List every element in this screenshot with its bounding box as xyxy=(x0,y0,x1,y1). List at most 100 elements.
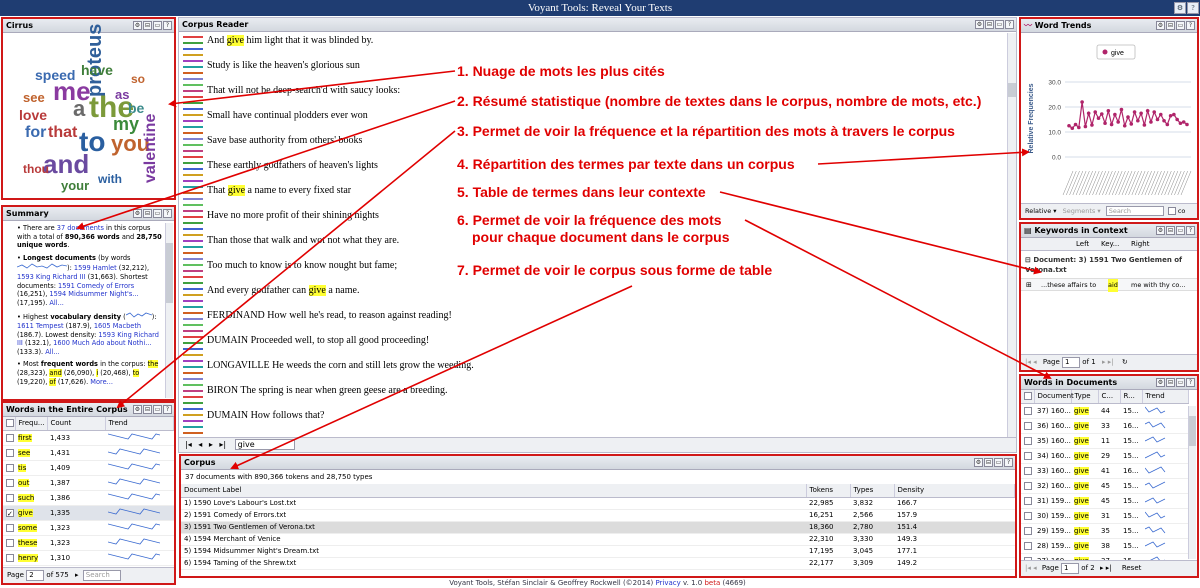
gear-icon[interactable]: ⚙ xyxy=(1156,226,1165,235)
doc-link[interactable]: 1605 Macbeth xyxy=(94,322,141,330)
help-icon[interactable]: ? xyxy=(1004,458,1013,467)
table-row[interactable]: 30) 159... give 31 15... xyxy=(1021,508,1189,524)
next-page-icon[interactable]: ▸ ▸| xyxy=(1102,358,1114,366)
row-checkbox[interactable] xyxy=(1021,508,1034,524)
settings-icon[interactable]: ⚙ xyxy=(1174,2,1186,14)
doc-link[interactable]: 1594 Midsummer Night's... xyxy=(49,290,138,298)
row-checkbox[interactable] xyxy=(1021,433,1034,449)
gear-icon[interactable]: ⚙ xyxy=(1156,21,1165,30)
search-input[interactable]: Search xyxy=(82,569,121,581)
row-checkbox[interactable] xyxy=(1021,448,1034,464)
minimize-icon[interactable]: ▭ xyxy=(1176,378,1185,387)
table-row[interactable]: see 1,431 xyxy=(3,445,174,461)
help-icon[interactable]: ? xyxy=(163,405,172,414)
export-icon[interactable]: ⊟ xyxy=(1166,226,1175,235)
first-page-icon[interactable]: |◂ ◂ xyxy=(1025,564,1037,572)
table-row[interactable]: out 1,387 xyxy=(3,475,174,491)
row-checkbox[interactable] xyxy=(1021,493,1034,509)
export-icon[interactable]: ⊟ xyxy=(143,209,152,218)
prev-icon[interactable]: ◂ xyxy=(198,440,202,449)
table-row[interactable]: 2) 1591 Comedy of Errors.txt 16,251 2,566 1… xyxy=(181,509,1015,522)
row-checkbox[interactable]: ✓ xyxy=(3,505,15,521)
table-row[interactable]: 34) 160... give 29 15... xyxy=(1021,448,1189,464)
next-page-icon[interactable]: ▸ xyxy=(75,571,79,579)
table-row[interactable]: 5) 1594 Midsummer Night's Dream.txt 17,19… xyxy=(181,545,1015,558)
row-checkbox[interactable] xyxy=(1021,523,1034,539)
gear-icon[interactable]: ⚙ xyxy=(133,21,142,30)
refresh-icon[interactable]: ↻ xyxy=(1122,358,1128,366)
next-page-icon[interactable]: ▸ ▸| xyxy=(1100,564,1112,572)
expand-icon[interactable]: ⊞ xyxy=(1026,279,1032,292)
search-input[interactable]: give xyxy=(234,439,295,450)
col-right[interactable]: Right xyxy=(1131,238,1149,251)
minimize-icon[interactable]: ▭ xyxy=(153,405,162,414)
reader-scrollbar[interactable] xyxy=(1007,33,1016,438)
help-icon[interactable]: ? xyxy=(1005,20,1014,29)
export-icon[interactable]: ⊟ xyxy=(1166,21,1175,30)
gear-icon[interactable]: ⚙ xyxy=(133,209,142,218)
kwic-group[interactable]: ⊟ Document: 3) 1591 Two Gentlemen of Ver… xyxy=(1021,251,1197,275)
kwic-row[interactable]: ⊞ ...these affairs to aid me with thy co… xyxy=(1021,278,1197,292)
table-row[interactable]: 29) 159... give 35 15... xyxy=(1021,523,1189,539)
last-page-icon[interactable]: ▸| xyxy=(219,440,226,449)
row-checkbox[interactable] xyxy=(3,430,15,446)
relative-button[interactable]: Relative xyxy=(1025,207,1051,215)
row-checkbox[interactable] xyxy=(1021,403,1034,419)
export-icon[interactable]: ⊟ xyxy=(1166,378,1175,387)
gear-icon[interactable]: ⚙ xyxy=(974,458,983,467)
table-row[interactable]: 35) 160... give 11 15... xyxy=(1021,433,1189,449)
first-page-icon[interactable]: |◂ ◂ xyxy=(1025,358,1037,366)
col-relative[interactable]: R... xyxy=(1120,390,1143,404)
help-icon[interactable]: ? xyxy=(163,209,172,218)
table-row[interactable]: 3) 1591 Two Gentlemen of Verona.txt 18,36… xyxy=(181,521,1015,534)
col-left[interactable]: Left xyxy=(1076,238,1089,251)
col-trend[interactable]: Trend xyxy=(1142,390,1189,404)
scrollbar[interactable] xyxy=(165,223,173,398)
col-document[interactable]: Document xyxy=(1034,390,1074,404)
all-link[interactable]: All... xyxy=(45,348,59,356)
next-icon[interactable]: ▸ xyxy=(209,440,213,449)
trend-chart[interactable]: give 0.0 10.0 20.0 30.0 Relative Frequencies xyxy=(1021,35,1197,205)
help-icon[interactable]: ? xyxy=(1186,378,1195,387)
col-tokens[interactable]: Tokens xyxy=(806,484,851,498)
scrollbar[interactable] xyxy=(1188,406,1196,559)
minimize-icon[interactable]: ▭ xyxy=(1176,226,1185,235)
gear-icon[interactable]: ⚙ xyxy=(133,405,142,414)
col-types[interactable]: Types xyxy=(850,484,895,498)
row-checkbox[interactable] xyxy=(1021,538,1034,554)
minimize-icon[interactable]: ▭ xyxy=(994,458,1003,467)
row-checkbox[interactable] xyxy=(3,460,15,476)
gear-icon[interactable]: ⚙ xyxy=(975,20,984,29)
export-icon[interactable]: ⊟ xyxy=(985,20,994,29)
table-row[interactable]: 6) 1594 Taming of the Shrew.txt 22,177 3,3… xyxy=(181,557,1015,570)
segments-button[interactable]: Segments xyxy=(1063,207,1096,215)
page-input[interactable]: 1 xyxy=(1062,356,1081,368)
table-row[interactable]: some 1,323 xyxy=(3,520,174,536)
documents-link[interactable]: 37 documents xyxy=(57,224,104,232)
privacy-link[interactable]: Privacy xyxy=(655,579,680,587)
row-checkbox[interactable] xyxy=(3,445,15,461)
col-count[interactable]: Count xyxy=(47,417,106,431)
col-count[interactable]: C... xyxy=(1098,390,1121,404)
row-checkbox[interactable] xyxy=(1021,418,1034,434)
help-icon[interactable]: ? xyxy=(1187,2,1199,14)
col-trend[interactable]: Trend xyxy=(105,417,174,431)
document-color-bars[interactable] xyxy=(183,34,205,439)
row-checkbox[interactable] xyxy=(3,490,15,506)
reset-button[interactable]: Reset xyxy=(1122,564,1142,572)
table-row[interactable]: 31) 159... give 45 15... xyxy=(1021,493,1189,509)
doc-link[interactable]: 1600 Much Ado about Nothi... xyxy=(53,339,151,347)
table-row[interactable]: 1) 1590 Love's Labour's Lost.txt 22,985 3,… xyxy=(181,497,1015,510)
doc-link[interactable]: 1599 Hamlet xyxy=(74,264,117,272)
col-document-label[interactable]: Document Label xyxy=(181,484,807,498)
checkbox[interactable] xyxy=(1167,207,1176,215)
table-row[interactable]: such 1,386 xyxy=(3,490,174,506)
col-key[interactable]: Key... xyxy=(1101,238,1119,251)
row-checkbox[interactable] xyxy=(3,520,15,536)
table-row[interactable]: henry 1,310 xyxy=(3,550,174,566)
row-checkbox[interactable] xyxy=(3,535,15,551)
row-checkbox[interactable] xyxy=(3,475,15,491)
table-row[interactable]: ✓ give 1,335 xyxy=(3,505,174,521)
all-link[interactable]: All... xyxy=(49,299,63,307)
minimize-icon[interactable]: ▭ xyxy=(153,21,162,30)
